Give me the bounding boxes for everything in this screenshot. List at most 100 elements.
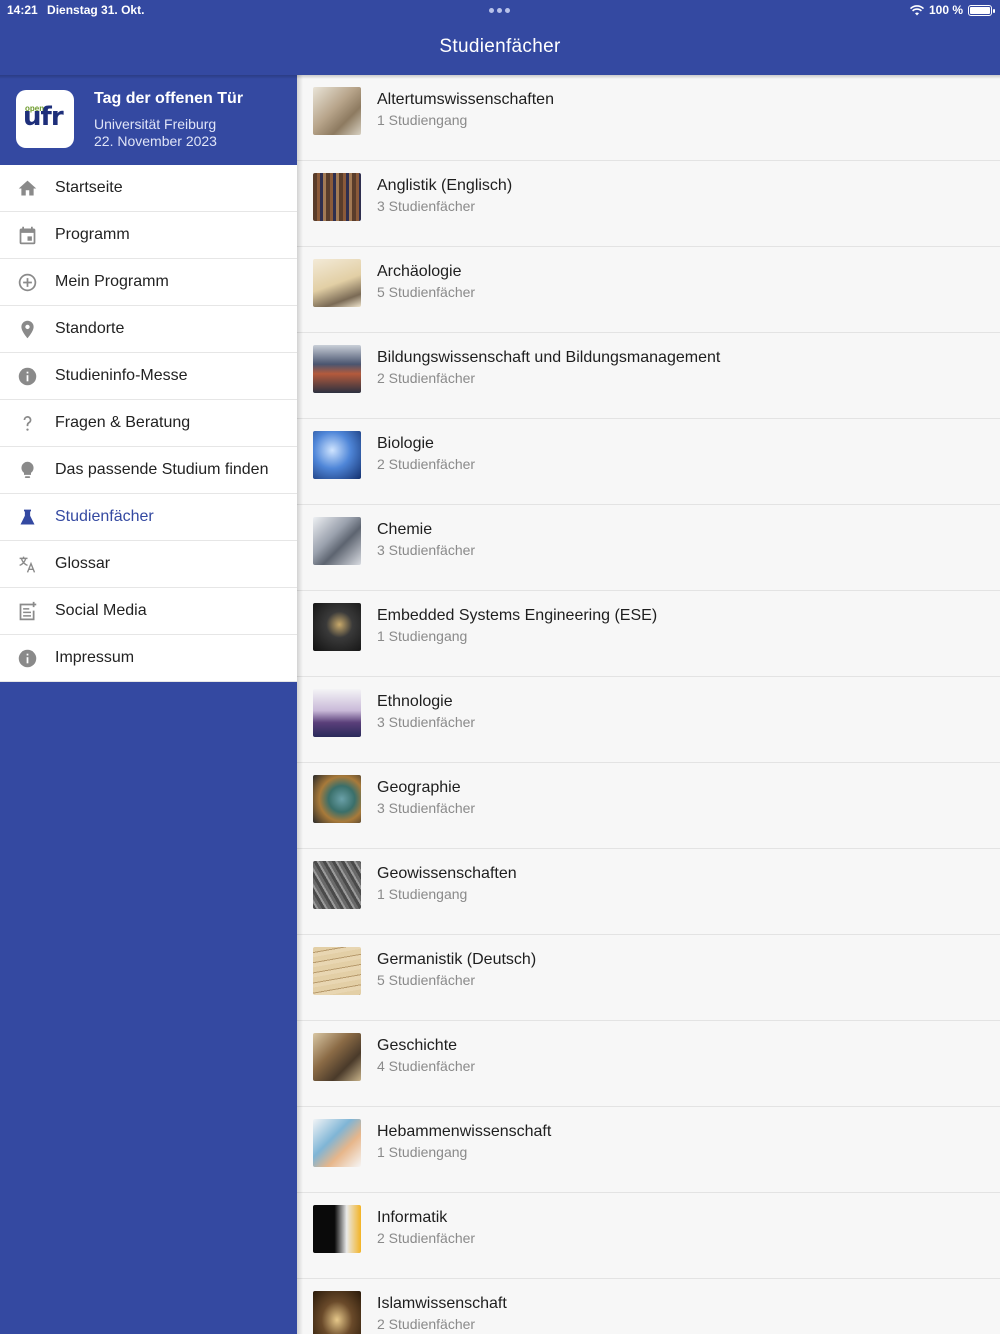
list-item[interactable]: Geschichte 4 Studienfächer bbox=[297, 1021, 1000, 1107]
subject-title: Geowissenschaften bbox=[377, 865, 517, 882]
logo-ufr-text: ufr bbox=[23, 102, 64, 132]
list-item[interactable]: Informatik 2 Studienfächer bbox=[297, 1193, 1000, 1279]
subject-count: 5 Studienfächer bbox=[377, 972, 476, 988]
subject-title: Biologie bbox=[377, 435, 434, 452]
subject-count: 1 Studiengang bbox=[377, 886, 468, 902]
subject-count: 1 Studiengang bbox=[377, 628, 468, 644]
subject-count: 2 Studienfächer bbox=[377, 1316, 476, 1332]
subject-title: Germanistik (Deutsch) bbox=[377, 951, 537, 968]
status-date: Dienstag 31. Okt. bbox=[47, 3, 145, 17]
navigation-header: 14:21 Dienstag 31. Okt. 100 % Studienfäc… bbox=[0, 0, 1000, 75]
subject-title: Hebammenwissenschaft bbox=[377, 1123, 552, 1140]
plus-circle-icon bbox=[18, 273, 37, 292]
subject-thumbnail bbox=[313, 861, 361, 909]
header-shadow bbox=[0, 75, 1000, 79]
sidebar-item-label: Das passende Studium finden bbox=[55, 461, 269, 478]
subject-thumbnail bbox=[313, 1205, 361, 1253]
app-logo: open ufr bbox=[16, 90, 74, 148]
sidebar-item-startseite[interactable]: Startseite bbox=[0, 165, 297, 212]
sidebar-item-studienfaecher[interactable]: Studienfächer bbox=[0, 494, 297, 541]
map-pin-icon bbox=[21, 320, 34, 339]
subject-thumbnail bbox=[313, 259, 361, 307]
subject-count: 2 Studienfächer bbox=[377, 1230, 476, 1246]
list-item[interactable]: Ethnologie 3 Studienfächer bbox=[297, 677, 1000, 763]
list-item[interactable]: Islamwissenschaft 2 Studienfächer bbox=[297, 1279, 1000, 1334]
subject-thumbnail bbox=[313, 603, 361, 651]
post-add-icon bbox=[19, 601, 37, 621]
info-icon bbox=[18, 367, 37, 386]
page-title: Studienfächer bbox=[439, 36, 561, 57]
subject-title: Informatik bbox=[377, 1209, 448, 1226]
subject-title: Ethnologie bbox=[377, 693, 453, 710]
sidebar-item-mein-programm[interactable]: Mein Programm bbox=[0, 259, 297, 306]
sidebar-item-impressum[interactable]: Impressum bbox=[0, 635, 297, 682]
subject-thumbnail bbox=[313, 431, 361, 479]
event-title: Tag der offenen Tür bbox=[94, 90, 244, 107]
translate-icon bbox=[19, 556, 36, 573]
sidebar-item-social-media[interactable]: Social Media bbox=[0, 588, 297, 635]
subject-count: 1 Studiengang bbox=[377, 112, 468, 128]
sidebar-item-studieninfo-messe[interactable]: Studieninfo-Messe bbox=[0, 353, 297, 400]
subject-thumbnail bbox=[313, 775, 361, 823]
sidebar-item-standorte[interactable]: Standorte bbox=[0, 306, 297, 353]
subject-count: 4 Studienfächer bbox=[377, 1058, 476, 1074]
list-item[interactable]: Hebammenwissenschaft 1 Studiengang bbox=[297, 1107, 1000, 1193]
list-item[interactable]: Archäologie 5 Studienfächer bbox=[297, 247, 1000, 333]
list-item[interactable]: Bildungswissenschaft und Bildungsmanagem… bbox=[297, 333, 1000, 419]
subject-list: Altertumswissenschaften 1 Studiengang An… bbox=[297, 75, 1000, 1334]
list-item[interactable]: Geographie 3 Studienfächer bbox=[297, 763, 1000, 849]
list-item[interactable]: Biologie 2 Studienfächer bbox=[297, 419, 1000, 505]
sidebar-item-label: Mein Programm bbox=[55, 273, 169, 290]
multitasking-dots-icon[interactable] bbox=[489, 8, 510, 13]
sidebar-item-label: Glossar bbox=[55, 555, 111, 572]
subject-count: 1 Studiengang bbox=[377, 1144, 468, 1160]
sidebar-item-studium-finden[interactable]: Das passende Studium finden bbox=[0, 447, 297, 494]
question-icon bbox=[23, 416, 32, 431]
sidebar-item-programm[interactable]: Programm bbox=[0, 212, 297, 259]
event-subtitle: Universität Freiburg 22. November 2023 bbox=[94, 116, 217, 150]
subject-title: Islamwissenschaft bbox=[377, 1295, 507, 1312]
sidebar-item-fragen-beratung[interactable]: Fragen & Beratung bbox=[0, 400, 297, 447]
university-name: Universität Freiburg bbox=[94, 116, 217, 132]
status-bar-right: 100 % bbox=[909, 3, 995, 17]
subject-title: Geographie bbox=[377, 779, 461, 796]
flask-icon bbox=[20, 509, 35, 525]
calendar-icon bbox=[19, 226, 36, 245]
sidebar-item-label: Studieninfo-Messe bbox=[55, 367, 188, 384]
subject-thumbnail bbox=[313, 947, 361, 995]
sidebar-item-label: Impressum bbox=[55, 649, 135, 666]
sidebar-item-label: Fragen & Beratung bbox=[55, 414, 191, 431]
list-item[interactable]: Embedded Systems Engineering (ESE) 1 Stu… bbox=[297, 591, 1000, 677]
subject-title: Chemie bbox=[377, 521, 433, 538]
list-item[interactable]: Chemie 3 Studienfächer bbox=[297, 505, 1000, 591]
subject-title: Archäologie bbox=[377, 263, 462, 280]
sidebar-item-label: Standorte bbox=[55, 320, 125, 337]
event-date: 22. November 2023 bbox=[94, 133, 217, 149]
subject-count: 2 Studienfächer bbox=[377, 370, 476, 386]
wifi-icon bbox=[909, 4, 924, 15]
subject-thumbnail bbox=[313, 173, 361, 221]
subject-thumbnail bbox=[313, 345, 361, 393]
subject-count: 3 Studienfächer bbox=[377, 714, 476, 730]
sidebar-item-label: Studienfächer bbox=[55, 508, 154, 525]
sidebar: open ufr Tag der offenen Tür Universität… bbox=[0, 75, 297, 1334]
sidebar-item-label: Programm bbox=[55, 226, 130, 243]
battery-icon bbox=[968, 4, 995, 16]
subject-title: Geschichte bbox=[377, 1037, 458, 1054]
subject-thumbnail bbox=[313, 517, 361, 565]
list-item[interactable]: Anglistik (Englisch) 3 Studienfächer bbox=[297, 161, 1000, 247]
subject-thumbnail bbox=[313, 1119, 361, 1167]
subject-title: Embedded Systems Engineering (ESE) bbox=[377, 607, 658, 624]
subject-count: 3 Studienfächer bbox=[377, 800, 476, 816]
status-time: 14:21 bbox=[7, 3, 38, 17]
subject-thumbnail bbox=[313, 689, 361, 737]
list-item[interactable]: Geowissenschaften 1 Studiengang bbox=[297, 849, 1000, 935]
list-item[interactable]: Germanistik (Deutsch) 5 Studienfächer bbox=[297, 935, 1000, 1021]
sidebar-shadow bbox=[297, 75, 303, 1334]
sidebar-header: open ufr Tag der offenen Tür Universität… bbox=[0, 75, 297, 165]
lightbulb-icon bbox=[21, 461, 34, 478]
subject-thumbnail bbox=[313, 87, 361, 135]
list-item[interactable]: Altertumswissenschaften 1 Studiengang bbox=[297, 75, 1000, 161]
subject-title: Altertumswissenschaften bbox=[377, 91, 554, 108]
sidebar-item-glossar[interactable]: Glossar bbox=[0, 541, 297, 588]
